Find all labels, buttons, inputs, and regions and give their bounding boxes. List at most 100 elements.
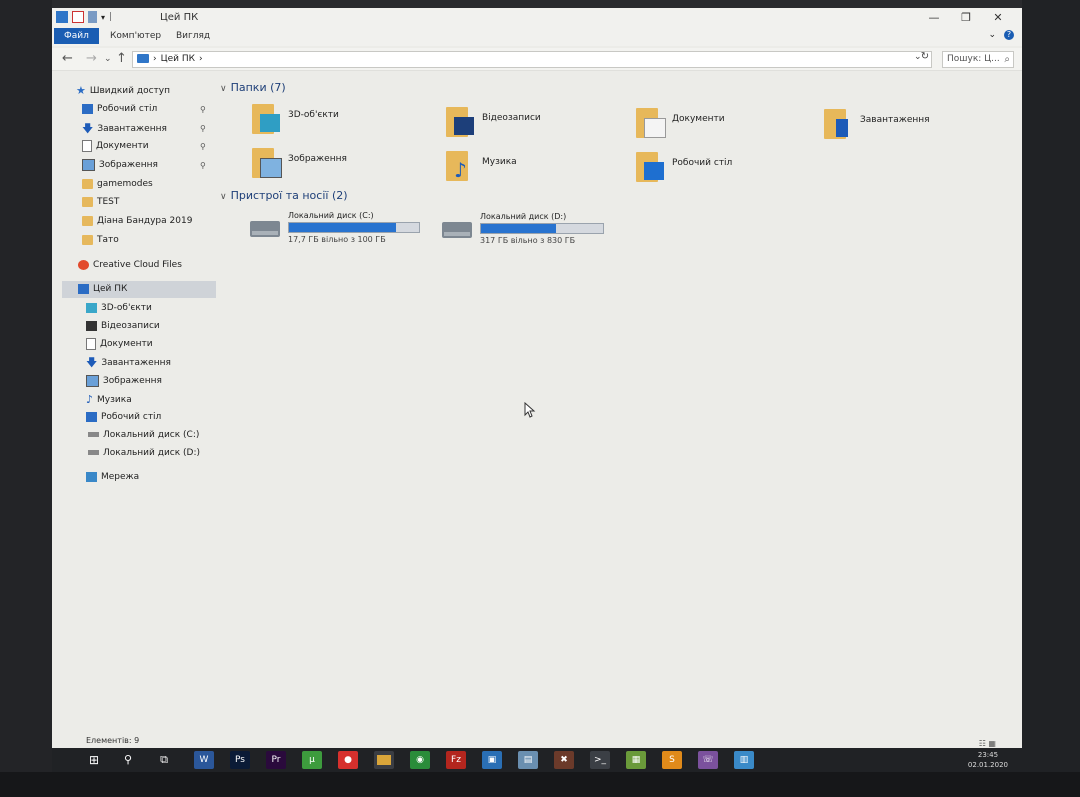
- customize-toolbar-icon[interactable]: ▾: [101, 13, 105, 22]
- nav-this-pc[interactable]: Цей ПК: [62, 281, 216, 298]
- hard-drive-icon: [250, 221, 280, 237]
- nav-label: TEST: [97, 197, 120, 207]
- desktop-icon: [636, 150, 666, 182]
- color-app-icon[interactable]: ●: [338, 751, 358, 769]
- breadcrumb-this-pc[interactable]: Цей ПК: [161, 54, 195, 64]
- pictures-icon: [86, 374, 99, 387]
- search-taskbar-button[interactable]: ⚲: [118, 751, 138, 769]
- documents-icon: [636, 106, 666, 138]
- file-explorer-app-icon[interactable]: [374, 751, 394, 769]
- nav-label: Локальний диск (C:): [103, 430, 200, 440]
- app-icon-10[interactable]: ▤: [518, 751, 538, 769]
- nav-label: Робочий стіл: [97, 104, 158, 114]
- desktop-icon: [86, 411, 97, 422]
- folder-tile-pictures[interactable]: Зображення: [252, 146, 432, 186]
- music-icon: ♪: [446, 149, 476, 181]
- folder-tile-downloads[interactable]: Завантаження: [824, 107, 1004, 147]
- computer-icon[interactable]: [56, 11, 68, 23]
- folder-label: Завантаження: [860, 115, 930, 125]
- task-view-button[interactable]: ⧉: [154, 751, 174, 769]
- drive-tile-c[interactable]: Локальний диск (C:) 17,7 ГБ вільно з 100…: [250, 211, 440, 251]
- new-folder-icon[interactable]: [88, 11, 97, 23]
- terminal-app-icon[interactable]: >_: [590, 751, 610, 769]
- hard-drive-icon: [442, 222, 472, 238]
- recent-locations-button[interactable]: ⌄: [104, 54, 112, 64]
- document-icon: [86, 337, 96, 350]
- folder-tile-desktop[interactable]: Робочий стіл: [636, 150, 816, 190]
- group-devices-header[interactable]: ∨ Пристрої та носії (2): [220, 189, 348, 202]
- folder-label: Музика: [482, 157, 517, 167]
- folder-badge: [644, 162, 664, 180]
- address-bar[interactable]: › Цей ПК ›: [132, 51, 932, 68]
- download-arrow-icon: 🡇: [82, 122, 94, 135]
- maximize-button[interactable]: ❐: [950, 8, 982, 28]
- app-icon-11[interactable]: ✖: [554, 751, 574, 769]
- this-pc-icon: [78, 283, 89, 294]
- monitor-bezel-top: [0, 0, 1080, 8]
- breadcrumb-chevron-end[interactable]: ›: [199, 54, 203, 64]
- 3d-objects-icon: [86, 302, 97, 313]
- monitor-bezel-right: [1022, 0, 1080, 797]
- utorrent-app-icon[interactable]: µ: [302, 751, 322, 769]
- viber-app-icon[interactable]: ☏: [698, 751, 718, 769]
- start-button[interactable]: ⊞: [84, 751, 104, 769]
- chevron-down-icon[interactable]: ∨: [220, 192, 227, 202]
- drive-tile-d[interactable]: Локальний диск (D:) 317 ГБ вільно з 830 …: [442, 212, 632, 252]
- download-arrow-icon: 🡇: [86, 356, 98, 369]
- pictures-icon: [82, 158, 95, 171]
- content-pane: ∨ Папки (7) 3D-об'єкти Відеозаписи Докуме…: [218, 72, 1018, 738]
- system-clock[interactable]: 23:45 02.01.2020: [968, 750, 1008, 770]
- creative-cloud-icon: [78, 259, 89, 270]
- premiere-app-icon[interactable]: Pr: [266, 751, 286, 769]
- clock-time: 23:45: [977, 751, 999, 759]
- chrome-app-icon[interactable]: ◉: [410, 751, 430, 769]
- title-separator: |: [109, 12, 113, 22]
- drive-free-space: 317 ГБ вільно з 830 ГБ: [480, 236, 576, 245]
- close-button[interactable]: ✕: [982, 8, 1014, 28]
- properties-icon[interactable]: [72, 11, 84, 23]
- pin-icon[interactable]: ⚲: [200, 120, 206, 137]
- search-icon[interactable]: ⌕: [1004, 52, 1010, 67]
- search-input[interactable]: Пошук: Ц... ⌕: [942, 51, 1014, 68]
- pin-icon[interactable]: ⚲: [200, 101, 206, 118]
- group-folders-header[interactable]: ∨ Папки (7): [220, 81, 286, 94]
- minimize-button[interactable]: —: [918, 8, 950, 28]
- help-icon[interactable]: ?: [1004, 30, 1014, 40]
- photoshop-app-icon[interactable]: Ps: [230, 751, 250, 769]
- sublime-app-icon[interactable]: S: [662, 751, 682, 769]
- pin-icon[interactable]: ⚲: [200, 157, 206, 174]
- drive-usage-bar: [480, 223, 604, 234]
- folder-tile-documents[interactable]: Документи: [636, 106, 816, 146]
- word-app-icon[interactable]: W: [194, 751, 214, 769]
- tab-view[interactable]: Вигляд: [166, 28, 220, 44]
- tab-computer[interactable]: Комп'ютер: [100, 28, 171, 44]
- expand-ribbon-icon[interactable]: ⌄: [988, 30, 996, 40]
- refresh-button[interactable]: ↻: [918, 51, 932, 66]
- monitor-bezel-bottom: [0, 772, 1080, 797]
- pin-icon[interactable]: ⚲: [200, 138, 206, 155]
- star-icon: ★: [76, 84, 86, 97]
- nav-label: Документи: [100, 339, 153, 349]
- folder-label: Робочий стіл: [672, 158, 733, 168]
- music-note-icon: ♪: [86, 393, 94, 406]
- folder-tile-music[interactable]: ♪ Музика: [446, 149, 626, 189]
- chevron-down-icon[interactable]: ∨: [220, 84, 227, 94]
- folder-label: 3D-об'єкти: [288, 110, 339, 120]
- app-icon-16[interactable]: ▥: [734, 751, 754, 769]
- forward-button[interactable]: →: [86, 51, 97, 66]
- tab-file[interactable]: Файл: [54, 28, 99, 44]
- drive-icon: [88, 450, 99, 455]
- folder-icon: [82, 234, 93, 245]
- drive-name: Локальний диск (C:): [288, 211, 374, 220]
- nav-label: Цей ПК: [93, 284, 128, 294]
- back-button[interactable]: ←: [62, 51, 73, 66]
- drive-free-space: 17,7 ГБ вільно з 100 ГБ: [288, 235, 386, 244]
- up-button[interactable]: ↑: [116, 51, 127, 66]
- breadcrumb-chevron[interactable]: ›: [153, 54, 157, 64]
- filezilla-app-icon[interactable]: Fz: [446, 751, 466, 769]
- app-icon-9[interactable]: ▣: [482, 751, 502, 769]
- folder-tile-3d-objects[interactable]: 3D-об'єкти: [252, 102, 432, 142]
- folder-tile-videos[interactable]: Відеозаписи: [446, 105, 626, 145]
- folder-label: Зображення: [288, 154, 347, 164]
- app-icon-13[interactable]: ▦: [626, 751, 646, 769]
